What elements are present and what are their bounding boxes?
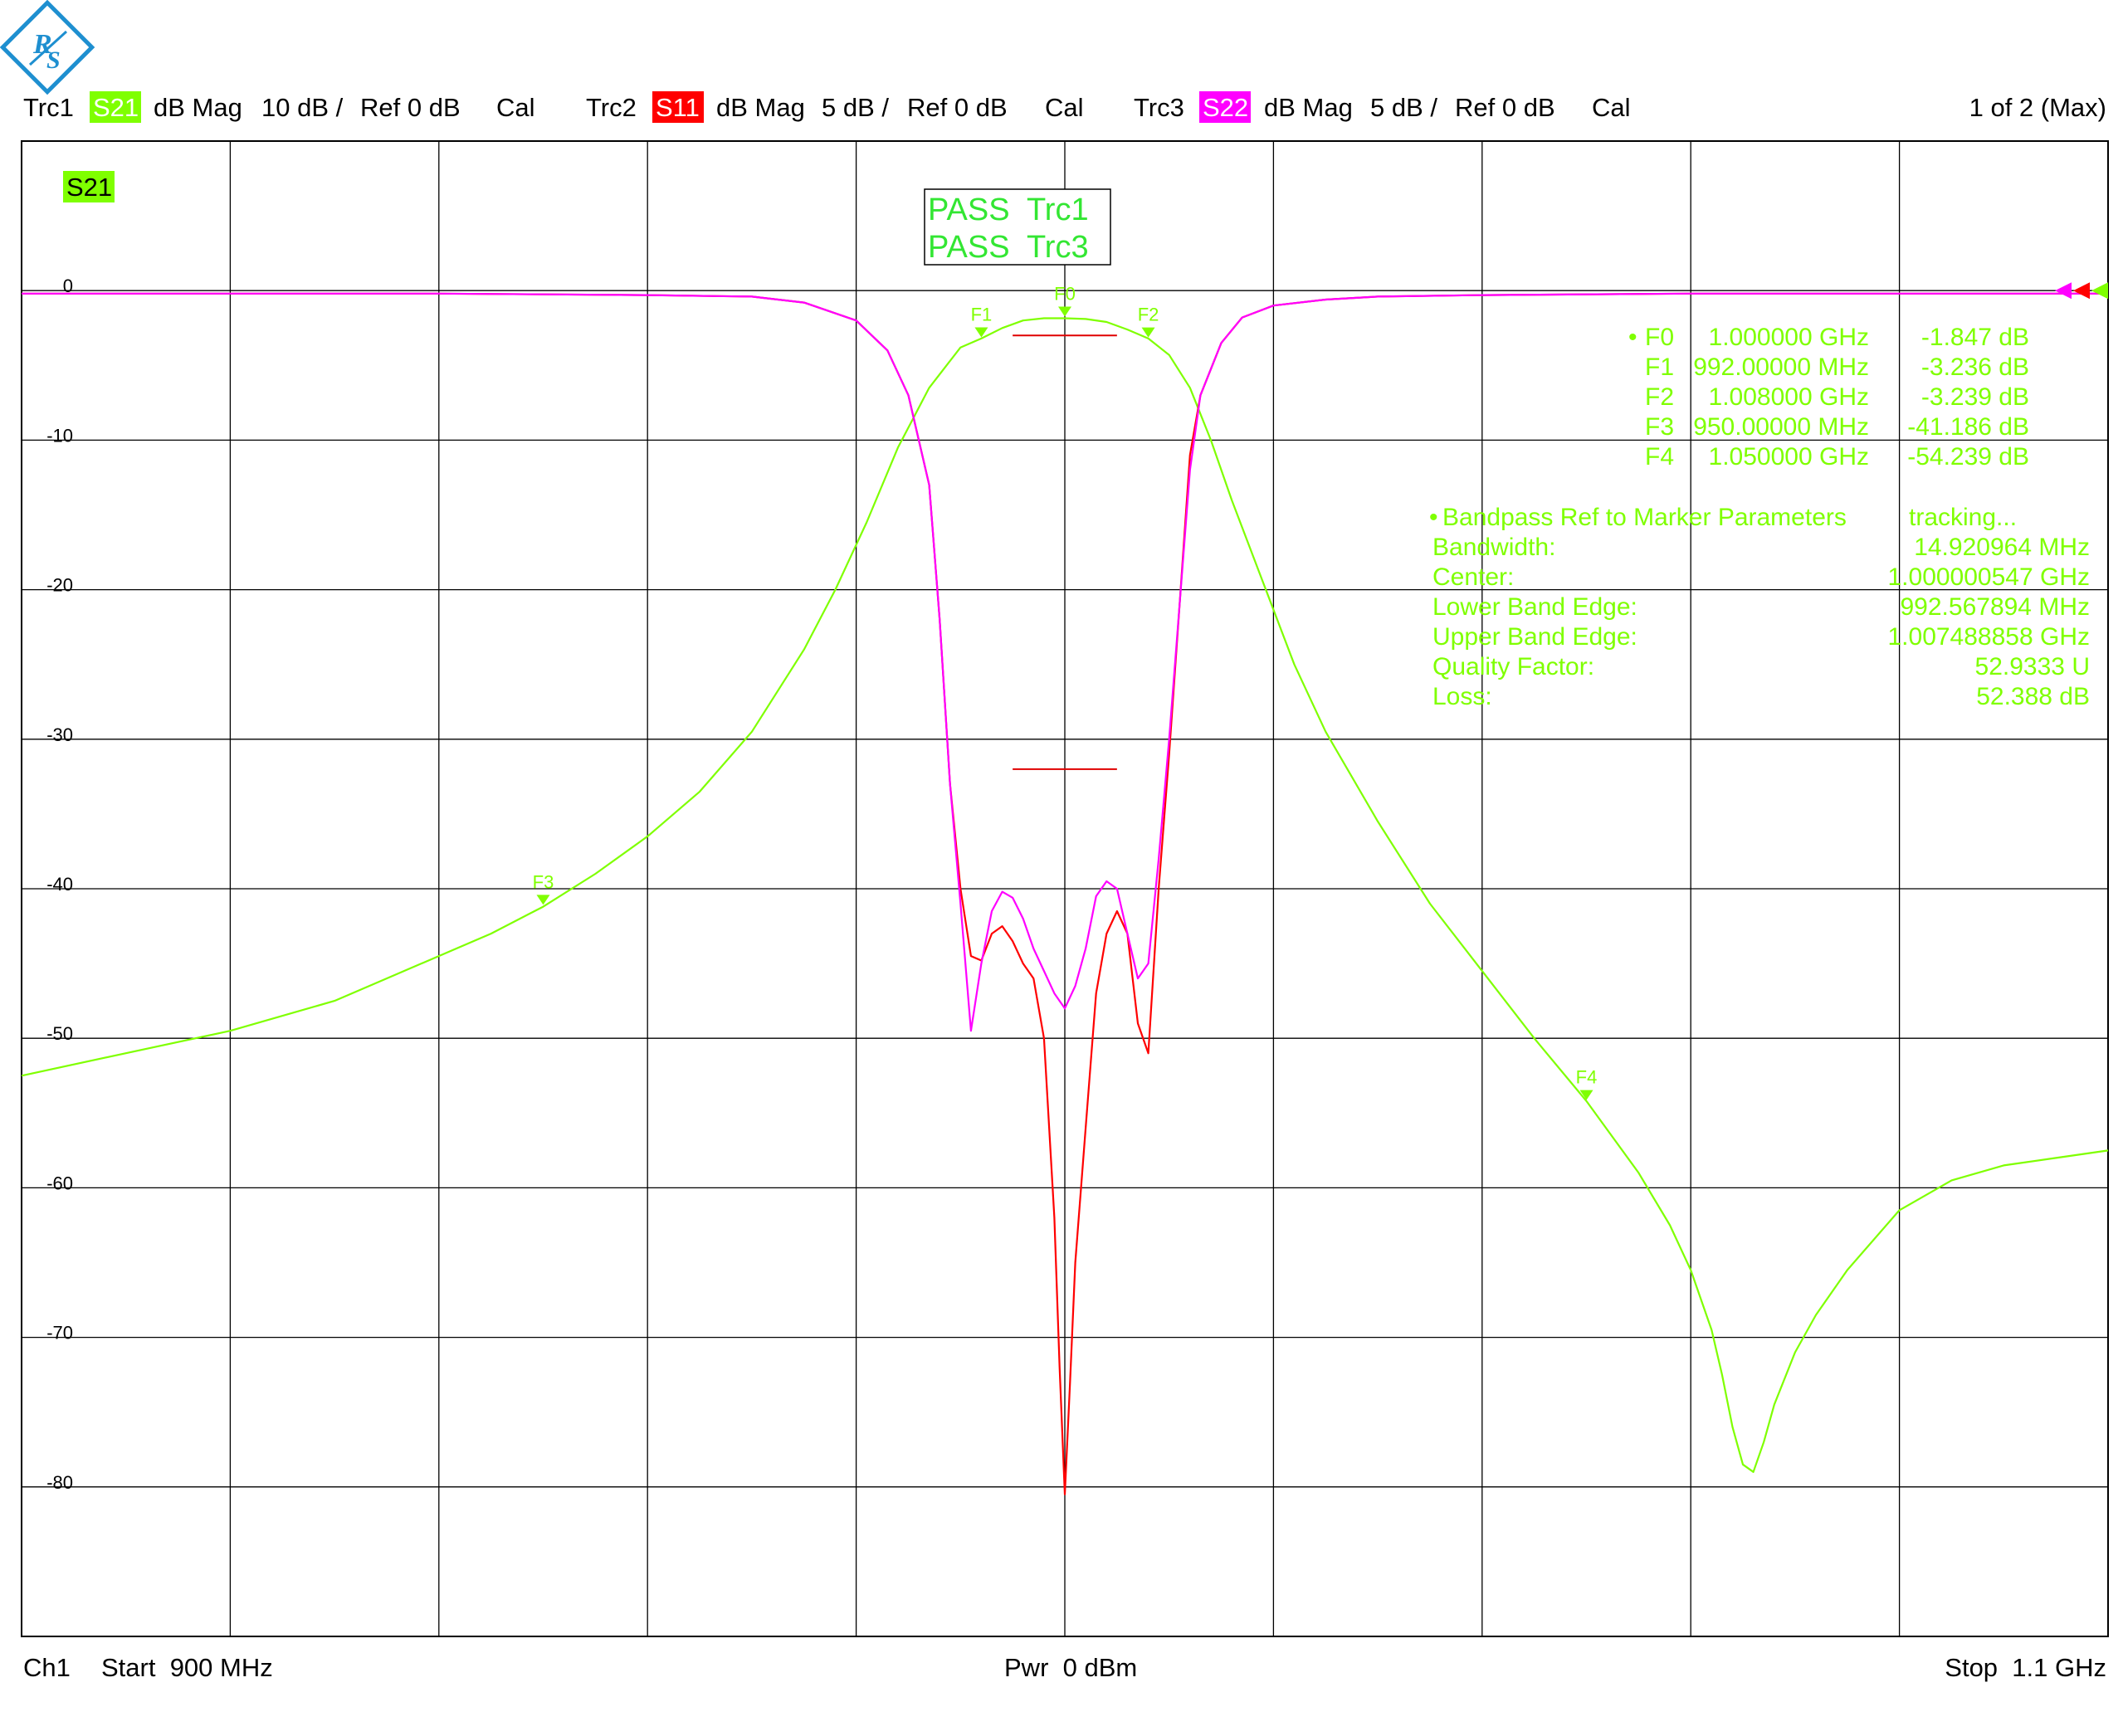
trace-3-scale: 5 dB / <box>1370 93 1437 122</box>
stop-frequency[interactable]: Stop 1.1 GHz <box>1945 1653 2106 1682</box>
trace-3-param: S22 <box>1203 93 1248 122</box>
bandpass-label: Loss: <box>1432 683 1492 710</box>
marker-table-value: -3.236 dB <box>1921 354 2029 381</box>
bandpass-label: Upper Band Edge: <box>1432 623 1637 651</box>
bandpass-value: 52.9333 U <box>1975 653 2090 680</box>
brand-logo: R S <box>0 0 95 95</box>
trace-3-ref: Ref 0 dB <box>1455 93 1555 122</box>
channel-label[interactable]: Ch1 <box>23 1653 71 1682</box>
trace-1-format: dB Mag <box>154 93 242 122</box>
marker-table-value: -41.186 dB <box>1907 413 2029 441</box>
reference-arrows <box>2055 282 2108 300</box>
marker-table-value: -1.847 dB <box>1921 324 2029 351</box>
y-tick-label: -50 <box>46 1023 73 1044</box>
trace-2-cal: Cal <box>1045 93 1084 122</box>
bandpass-label: Center: <box>1432 563 1514 591</box>
trace-2-id: Trc2 <box>586 93 637 122</box>
bandpass-bullet: • <box>1429 504 1438 531</box>
marker-table-value: -54.239 dB <box>1907 443 2029 471</box>
trace-header: Trc1 S21 dB Mag 10 dB / Ref 0 dB Cal Trc… <box>23 91 2106 123</box>
y-tick-label: -60 <box>46 1173 73 1193</box>
marker-table-name: F3 <box>1645 413 1674 441</box>
pass-trc1: PASS Trc1 <box>928 193 1089 227</box>
marker-f0 <box>1058 306 1071 317</box>
trace-1-ref: Ref 0 dB <box>360 93 461 122</box>
marker-table-name: F4 <box>1645 443 1674 471</box>
y-tick-label: -10 <box>46 425 73 446</box>
marker-label-f1: F1 <box>971 305 993 325</box>
bandpass-value: 14.920964 MHz <box>1914 534 2090 561</box>
trace-1-id: Trc1 <box>23 93 74 122</box>
bandpass-value: 1.007488858 GHz <box>1887 623 2090 651</box>
footer: Ch1 Start 900 MHz Pwr 0 dBm Stop 1.1 GHz <box>23 1653 2106 1682</box>
reference-arrow <box>2055 282 2072 300</box>
active-marker-bullet: • <box>1628 324 1637 351</box>
y-tick-label: -80 <box>46 1472 73 1493</box>
trace-2-format: dB Mag <box>716 93 805 122</box>
marker-table-name: F2 <box>1645 383 1674 411</box>
marker-label-f0: F0 <box>1054 283 1076 304</box>
bandpass-status: tracking... <box>1909 504 2017 531</box>
marker-table-value: -3.239 dB <box>1921 383 2029 411</box>
reference-arrow <box>2073 282 2090 300</box>
bandpass-label: Bandwidth: <box>1432 534 1555 561</box>
marker-table-frequency: 950.00000 MHz <box>1693 413 1869 441</box>
marker-table-frequency: 1.050000 GHz <box>1709 443 1869 471</box>
bandpass-info: • Bandpass Ref to Marker Parameters trac… <box>1429 504 2090 710</box>
marker-table-frequency: 1.000000 GHz <box>1709 324 1869 351</box>
trace-1-cal: Cal <box>496 93 535 122</box>
bandpass-title: Bandpass Ref to Marker Parameters <box>1442 504 1847 531</box>
trace-3-format: dB Mag <box>1264 93 1353 122</box>
trace-1-info[interactable]: Trc1 S21 dB Mag 10 dB / Ref 0 dB Cal <box>23 91 535 123</box>
trace-2-ref: Ref 0 dB <box>907 93 1008 122</box>
y-tick-label: -40 <box>46 874 73 895</box>
start-frequency[interactable]: Start 900 MHz <box>101 1653 273 1682</box>
power-level[interactable]: Pwr 0 dBm <box>1004 1653 1137 1682</box>
pass-trc3: PASS Trc3 <box>928 230 1089 265</box>
marker-label-f4: F4 <box>1576 1067 1598 1088</box>
marker-table-frequency: 992.00000 MHz <box>1693 354 1869 381</box>
trace-2-info[interactable]: Trc2 S11 dB Mag 5 dB / Ref 0 dB Cal <box>586 91 1084 123</box>
marker-table-name: F0 <box>1645 324 1674 351</box>
marker-label-f2: F2 <box>1138 305 1159 325</box>
diagram-area[interactable]: 0-10-20-30-40-50-60-70-80 F0F1 F2F3F4 S21… <box>21 140 2109 1637</box>
bandpass-label: Lower Band Edge: <box>1432 593 1637 621</box>
trace-1-param: S21 <box>93 93 139 122</box>
bandpass-value: 992.567894 MHz <box>1901 593 2091 621</box>
trace-2-param: S11 <box>656 93 700 122</box>
trace-3-id: Trc3 <box>1134 93 1184 122</box>
trace-2-scale: 5 dB / <box>822 93 889 122</box>
marker-info-table: • F0 1.000000 GHz -1.847 dB F1 992.00000 MHz -… <box>1628 324 2029 471</box>
vna-screen: R S Trc1 S21 dB Mag 10 dB / Ref 0 dB Cal… <box>0 0 2109 1682</box>
y-tick-label: -70 <box>46 1323 73 1343</box>
reference-arrow <box>2091 282 2108 300</box>
marker-label-f3: F3 <box>533 871 554 892</box>
bandpass-label: Quality Factor: <box>1432 653 1594 680</box>
y-axis-ticks: 0-10-20-30-40-50-60-70-80 <box>46 276 73 1493</box>
y-tick-label: -30 <box>46 724 73 745</box>
limit-check-pass-box: PASS Trc1 PASS Trc3 <box>924 188 1111 266</box>
bandpass-value: 1.000000547 GHz <box>1887 563 2090 591</box>
diagram-label: S21 <box>66 173 112 202</box>
bandpass-value: 52.388 dB <box>1976 683 2090 710</box>
trace-1-scale: 10 dB / <box>261 93 344 122</box>
page-indicator[interactable]: 1 of 2 (Max) <box>1969 93 2106 122</box>
marker-table-frequency: 1.008000 GHz <box>1709 383 1869 411</box>
trace-3-info[interactable]: Trc3 S22 dB Mag 5 dB / Ref 0 dB Cal <box>1134 91 1631 123</box>
marker-table-name: F1 <box>1645 354 1674 381</box>
svg-text:S: S <box>46 46 61 74</box>
y-tick-label: -20 <box>46 575 73 596</box>
trace-3-cal: Cal <box>1592 93 1631 122</box>
